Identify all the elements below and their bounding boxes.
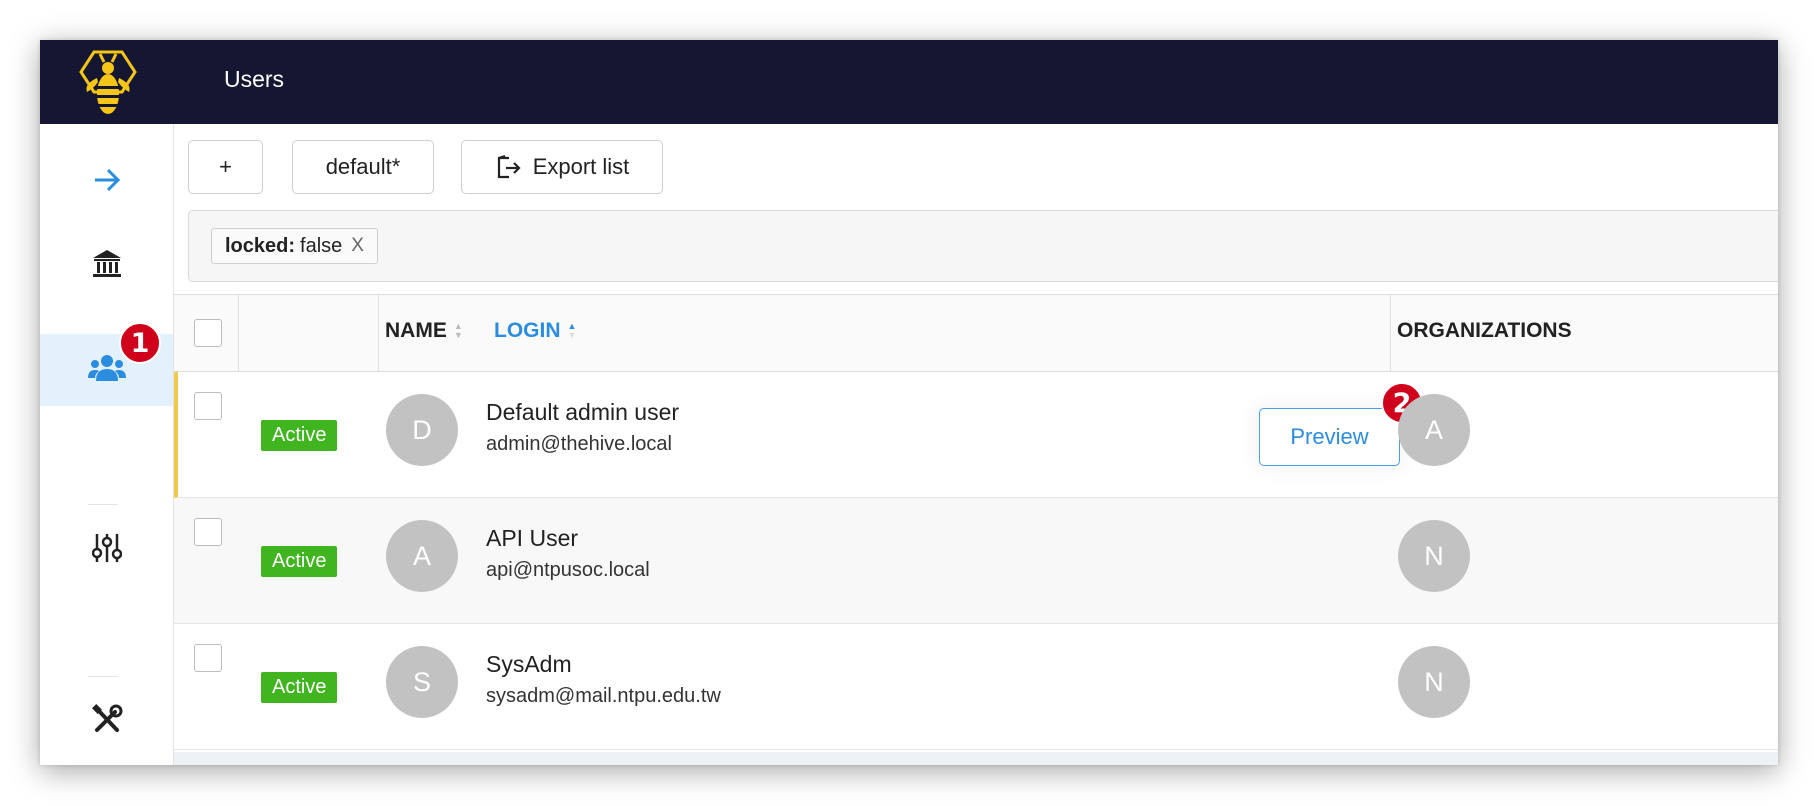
row-checkbox[interactable] — [194, 518, 222, 546]
table-header: NAME ▲ ▼ LOGIN ▲ ▼ ORGANIZATIONS — [174, 294, 1778, 372]
page-title: Users — [224, 66, 285, 92]
avatar: S — [386, 646, 458, 718]
add-user-button[interactable]: + — [188, 140, 263, 194]
select-all-checkbox[interactable] — [194, 319, 222, 347]
sort-ascending-icon: ▲ ▼ — [567, 321, 577, 340]
sidebar-item-organizations[interactable] — [40, 230, 173, 302]
user-login: api@ntpusoc.local — [486, 559, 650, 581]
table-row[interactable]: Active S SysAdm sysadm@mail.ntpu.edu.tw … — [174, 624, 1778, 750]
user-name[interactable]: API User — [486, 525, 578, 552]
annotation-badge-1: 1 — [119, 322, 161, 364]
column-header-name[interactable]: NAME ▲ ▼ — [385, 319, 463, 343]
arrow-right-icon — [92, 167, 122, 198]
users-icon — [87, 353, 126, 388]
sidebar-item-settings[interactable] — [40, 514, 173, 586]
filter-key: locked: — [225, 234, 296, 257]
row-checkbox[interactable] — [194, 392, 222, 420]
status-badge: Active — [261, 546, 338, 577]
export-icon — [495, 154, 521, 180]
remove-filter-icon[interactable]: X — [351, 235, 364, 257]
user-name[interactable]: SysAdm — [486, 651, 572, 678]
main-content: + default* Export list locked: false X N… — [174, 124, 1778, 765]
filter-tag-locked[interactable]: locked: false X — [211, 228, 378, 264]
sidebar-item-admin[interactable] — [40, 686, 173, 758]
status-badge: Active — [261, 420, 338, 451]
column-header-login[interactable]: LOGIN ▲ ▼ — [494, 319, 576, 343]
sidebar-item-expand[interactable] — [40, 146, 173, 218]
sidebar-divider — [88, 676, 118, 677]
export-list-button[interactable]: Export list — [461, 140, 663, 194]
column-divider — [378, 295, 379, 371]
tools-icon — [91, 703, 123, 741]
app-window: Users 1 + default* Export list locked: f… — [40, 40, 1778, 765]
column-divider — [238, 295, 239, 371]
column-header-organizations[interactable]: ORGANIZATIONS — [1397, 319, 1572, 343]
column-divider — [1390, 295, 1391, 371]
status-badge: Active — [261, 672, 338, 703]
column-header-name-label: NAME — [385, 319, 447, 342]
export-list-label: Export list — [532, 154, 630, 179]
bank-icon — [91, 248, 123, 285]
user-login: admin@thehive.local — [486, 433, 672, 455]
organization-avatar: N — [1398, 520, 1470, 592]
sliders-icon — [91, 532, 122, 569]
table-row[interactable]: Active D Default admin user admin@thehiv… — [174, 372, 1778, 498]
table-footer — [174, 752, 1778, 765]
sidebar: 1 — [40, 124, 174, 765]
row-checkbox[interactable] — [194, 644, 222, 672]
filter-bar: locked: false X — [188, 210, 1778, 282]
preview-button[interactable]: Preview — [1259, 408, 1400, 466]
column-header-login-label: LOGIN — [494, 319, 561, 342]
filter-preset-button[interactable]: default* — [292, 140, 434, 194]
thehive-bee-logo-icon[interactable] — [78, 48, 138, 118]
filter-value: false — [300, 234, 343, 257]
user-login: sysadm@mail.ntpu.edu.tw — [486, 685, 721, 707]
user-name[interactable]: Default admin user — [486, 399, 679, 426]
organization-avatar: N — [1398, 646, 1470, 718]
organization-avatar: A — [1398, 394, 1470, 466]
avatar: D — [386, 394, 458, 466]
sidebar-divider — [88, 504, 118, 505]
avatar: A — [386, 520, 458, 592]
top-bar: Users — [40, 40, 1778, 124]
sort-icon: ▲ ▼ — [453, 321, 463, 340]
table-row[interactable]: Active A API User api@ntpusoc.local N — [174, 498, 1778, 624]
